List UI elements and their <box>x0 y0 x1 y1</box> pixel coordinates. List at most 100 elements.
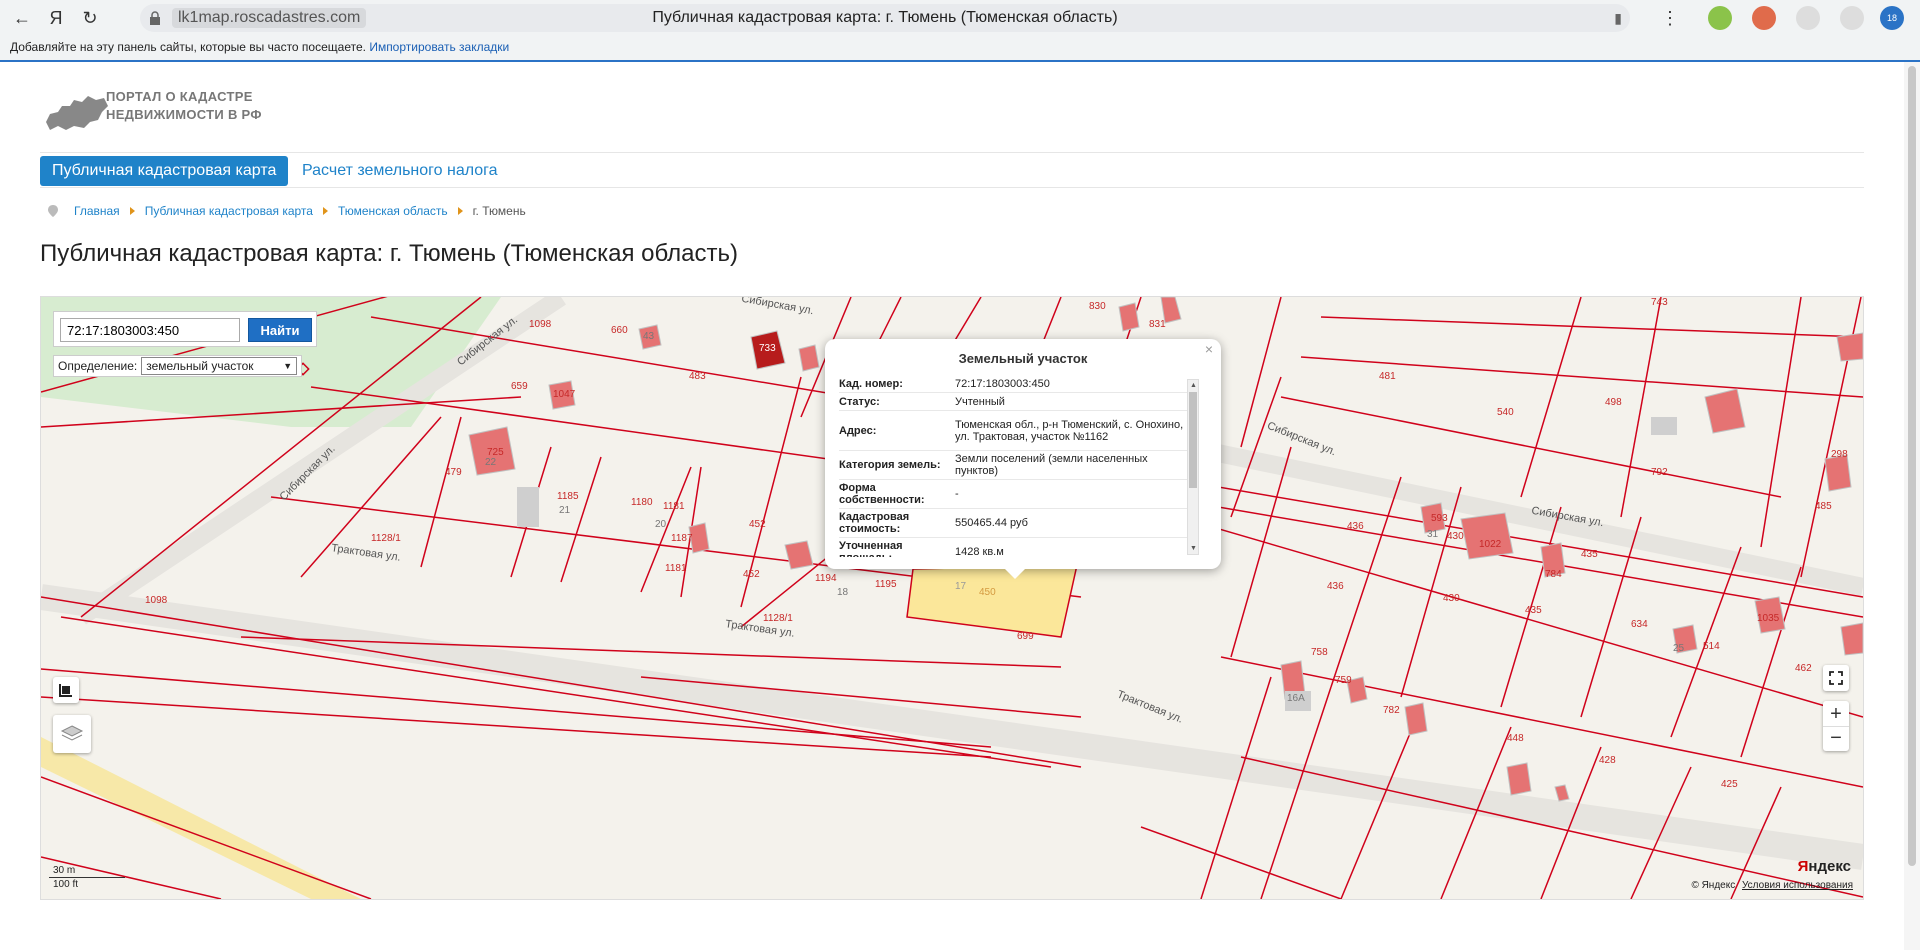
address-bar[interactable]: lk1map.roscadastres.com Публичная кадаст… <box>140 4 1630 32</box>
main-tabs: Публичная кадастровая карта Расчет земел… <box>40 152 1864 188</box>
fullscreen-icon <box>1829 671 1843 685</box>
popup-value: - <box>955 488 959 500</box>
extension-icon[interactable] <box>1840 6 1864 30</box>
extension-icon[interactable] <box>1796 6 1820 30</box>
breadcrumb-region[interactable]: Тюменская область <box>338 204 448 218</box>
bookmarks-hint: Добавляйте на эту панель сайты, которые … <box>10 40 366 54</box>
scale-line <box>49 877 125 878</box>
cadastral-map[interactable]: 1098 660 43 733 483 659 1047 479 22 725 … <box>40 296 1864 900</box>
popup-key: Адрес: <box>839 424 877 437</box>
scale-imperial: 100 ft <box>53 879 79 890</box>
yandex-logo: Яндекс <box>1798 858 1851 875</box>
tab-title: Публичная кадастровая карта: г. Тюмень (… <box>652 9 1118 26</box>
site-logo[interactable]: ПОРТАЛ О КАДАСТРЕ НЕДВИЖИМОСТИ В РФ <box>44 86 284 136</box>
yandex-logo-letter: Я <box>1797 858 1809 875</box>
logo-line1: ПОРТАЛ О КАДАСТРЕ <box>106 89 253 104</box>
street-label: Сибирская ул. <box>455 313 521 369</box>
search-button[interactable]: Найти <box>248 318 312 342</box>
zoom-out-button[interactable]: − <box>1823 726 1849 750</box>
tab-cadastral-map[interactable]: Публичная кадастровая карта <box>40 156 289 186</box>
scale-metric: 30 m <box>53 865 76 876</box>
popup-row: Кад. номер: 72:17:1803003:450 <box>839 375 1187 393</box>
parcel-info-popup: × Земельный участок Кад. номер: 72:17:180… <box>825 339 1221 579</box>
popup-value: 1428 кв.м <box>955 546 1004 557</box>
tab-land-tax[interactable]: Расчет земельного налога <box>302 156 498 186</box>
breadcrumb-map[interactable]: Публичная кадастровая карта <box>145 204 313 218</box>
popup-scrollbar[interactable]: ▲ ▼ <box>1187 379 1199 555</box>
scroll-down-icon[interactable]: ▼ <box>1190 545 1197 552</box>
import-bookmarks-link[interactable]: Импортировать закладки <box>369 40 509 54</box>
definition-select[interactable]: земельный участок ▼ <box>141 357 298 375</box>
breadcrumb-separator <box>322 207 328 215</box>
layers-button[interactable] <box>53 715 91 753</box>
popup-tail <box>1003 567 1027 579</box>
definition-label: Определение: <box>58 359 138 373</box>
browser-chrome: ← Я ↻ lk1map.roscadastres.com Публичная … <box>0 0 1920 62</box>
popup-value: Учтенный <box>955 395 1005 408</box>
cadastral-search-input[interactable] <box>60 318 240 342</box>
popup-value: 72:17:1803003:450 <box>955 377 1050 390</box>
page-scrollbar-thumb[interactable] <box>1908 66 1916 866</box>
popup-row: Форма собственности: - <box>839 480 1187 509</box>
popup-key: Статус: <box>839 395 880 408</box>
attribution-text: © Яндекс <box>1691 880 1736 891</box>
scroll-up-icon[interactable]: ▲ <box>1190 382 1197 389</box>
popup-key: Кад. номер: <box>839 377 903 390</box>
popup-value: Земли поселений (земли населенных пункто… <box>955 453 1148 477</box>
fullscreen-button[interactable] <box>1823 665 1849 691</box>
popup-row: Уточненная площадь: 1428 кв.м <box>839 538 1187 557</box>
reload-icon[interactable]: ↻ <box>78 6 102 30</box>
popup-body: Кад. номер: 72:17:1803003:450 Статус: Учте… <box>839 375 1187 557</box>
street-label: Трактовая ул. <box>724 618 796 640</box>
popup-key: Уточненная площадь: <box>839 540 903 557</box>
map-attribution: © Яндекс Условия использования <box>1691 880 1853 891</box>
page-scrollbar[interactable] <box>1904 62 1920 950</box>
bookmark-icon[interactable]: ▮ <box>1614 10 1622 27</box>
popup-scrollbar-thumb[interactable] <box>1189 392 1197 488</box>
street-label: Сибирская ул. <box>1265 419 1338 459</box>
back-icon[interactable]: ← <box>10 6 34 30</box>
popup-row: Статус: Учтенный <box>839 393 1187 411</box>
popup-row: Адрес: Тюменская обл., р-н Тюменский, с. … <box>839 411 1187 451</box>
location-pin-icon <box>48 205 58 217</box>
yandex-icon[interactable]: Я <box>44 6 68 30</box>
popup-row: Кадастровая стоимость: 550465.44 руб <box>839 509 1187 538</box>
browser-toolbar: ← Я ↻ lk1map.roscadastres.com Публичная … <box>0 0 1920 36</box>
page: ПОРТАЛ О КАДАСТРЕ НЕДВИЖИМОСТИ В РФ Публ… <box>40 62 1864 950</box>
breadcrumb: Главная Публичная кадастровая карта Тюме… <box>48 204 526 218</box>
zoom-in-button[interactable]: + <box>1830 702 1842 726</box>
breadcrumb-separator <box>129 207 135 215</box>
ruler-icon <box>59 684 72 697</box>
breadcrumb-home[interactable]: Главная <box>74 204 120 218</box>
street-label: Трактовая ул. <box>1115 688 1185 726</box>
logo-line2: НЕДВИЖИМОСТИ В РФ <box>106 107 262 122</box>
menu-dots-icon[interactable]: ⋮ <box>1658 6 1682 30</box>
terms-link[interactable]: Условия использования <box>1742 880 1853 891</box>
breadcrumb-separator <box>457 207 463 215</box>
yandex-logo-text: ндекс <box>1808 858 1851 875</box>
definition-value: земельный участок <box>146 359 254 373</box>
popup-value: Тюменская обл., р-н Тюменский, с. Онохин… <box>955 418 1184 443</box>
map-scale: 30 m 100 ft <box>47 863 125 891</box>
popup-key: Категория земель: <box>839 459 941 471</box>
extension-icon[interactable] <box>1752 6 1776 30</box>
street-label: Сибирская ул. <box>277 442 338 504</box>
russia-map-icon <box>46 96 108 130</box>
page-title: Публичная кадастровая карта: г. Тюмень (… <box>40 240 738 267</box>
ruler-button[interactable] <box>53 677 79 703</box>
layers-icon <box>60 725 84 741</box>
popup-key: Форма собственности: <box>839 482 925 506</box>
street-label: Сибирская ул. <box>740 296 815 318</box>
extension-badge[interactable]: 18 <box>1880 6 1904 30</box>
bookmarks-bar: Добавляйте на эту панель сайты, которые … <box>10 40 509 54</box>
logo-text: ПОРТАЛ О КАДАСТРЕ НЕДВИЖИМОСТИ В РФ <box>106 88 262 124</box>
popup-value: 550465.44 руб <box>955 517 1028 529</box>
popup-key: Кадастровая стоимость: <box>839 511 910 535</box>
zoom-control: + − <box>1823 701 1849 751</box>
street-label: Сибирская ул. <box>1530 504 1605 530</box>
breadcrumb-current: г. Тюмень <box>472 204 526 218</box>
street-label: Трактовая ул. <box>330 542 402 564</box>
extension-icon[interactable] <box>1708 6 1732 30</box>
popup-title: Земельный участок <box>958 351 1088 366</box>
chevron-down-icon: ▼ <box>283 361 293 371</box>
